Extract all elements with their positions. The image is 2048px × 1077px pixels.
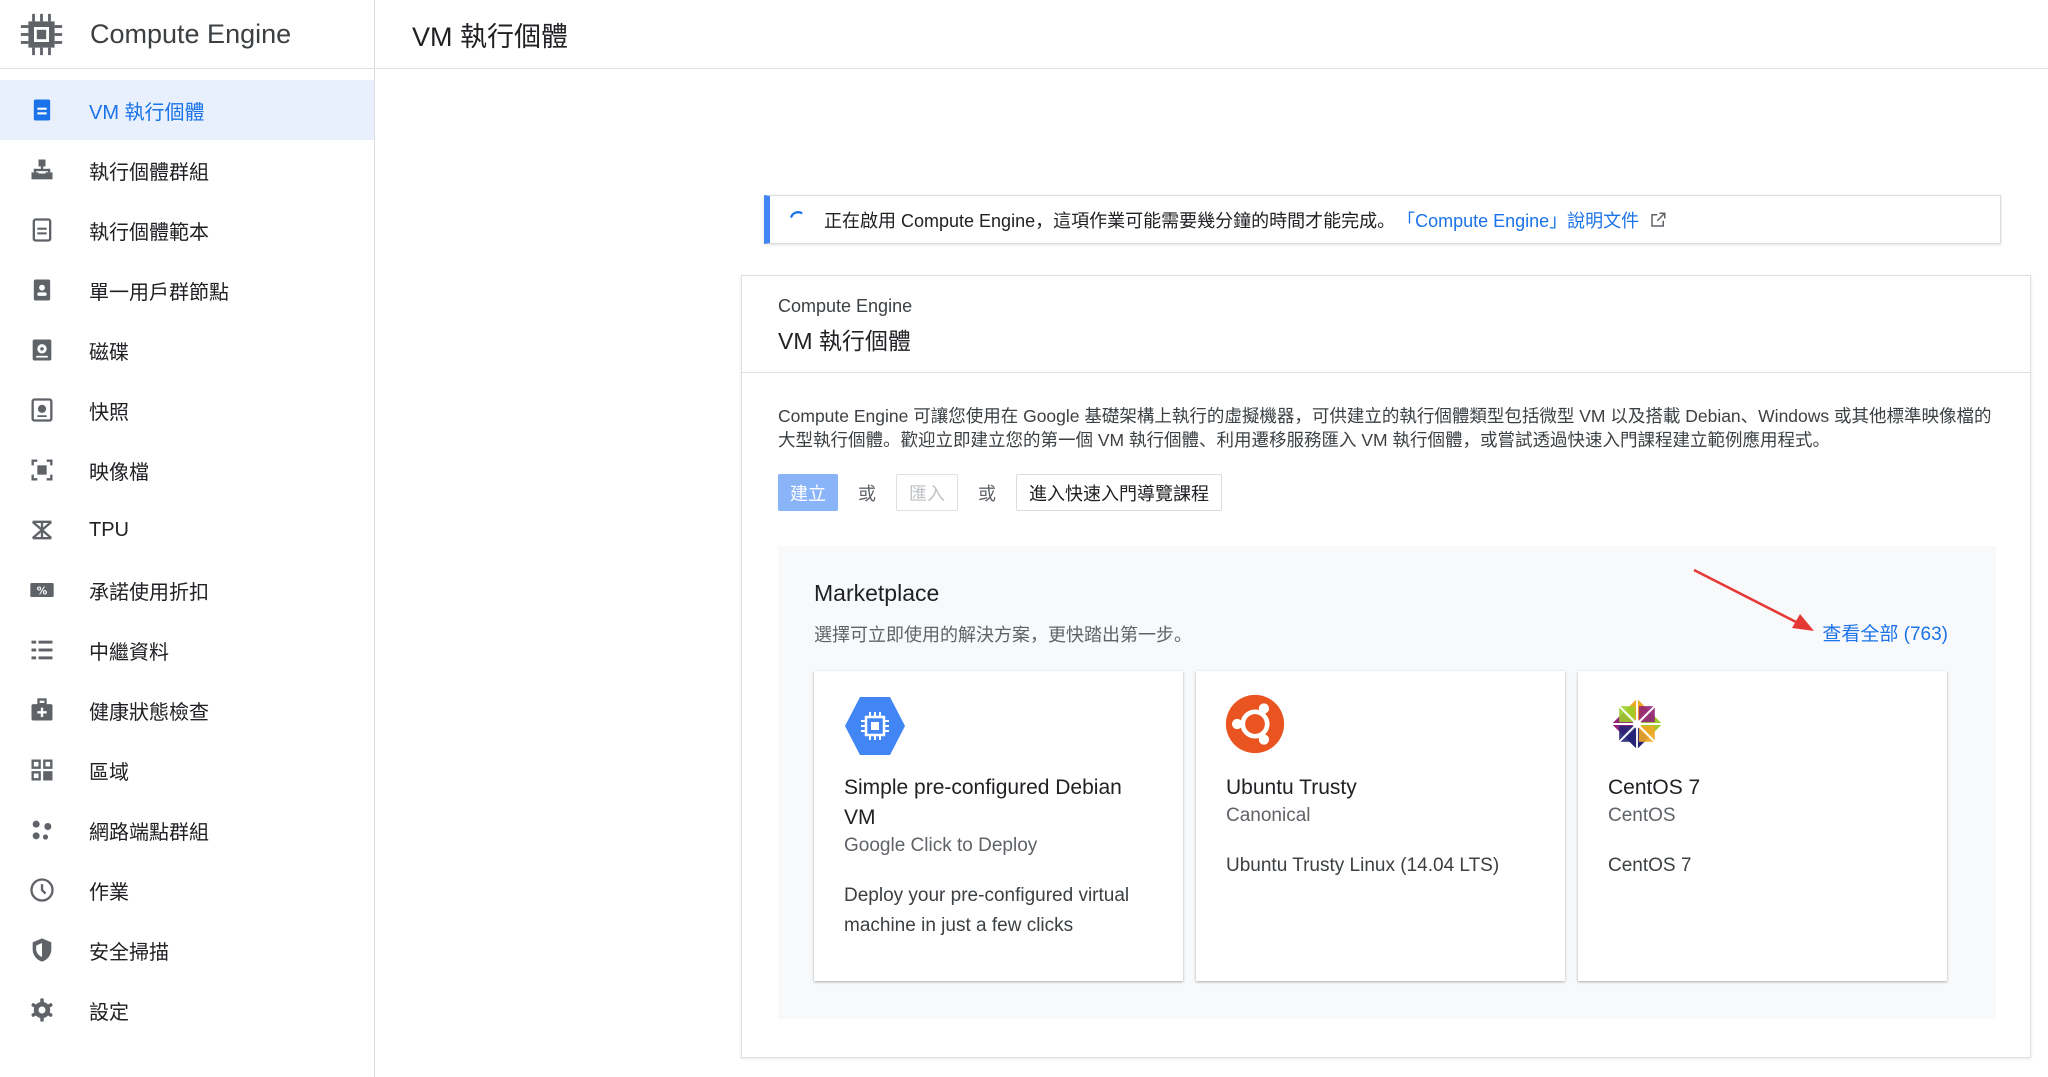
sidebar-item-label: 網路端點群組 <box>89 821 209 844</box>
solution-description: Ubuntu Trusty Linux (14.04 LTS) <box>1226 855 1500 876</box>
solution-vendor: Google Click to Deploy <box>844 835 1038 856</box>
metadata-icon <box>28 636 56 664</box>
card-actions: 建立 或 匯入 或 進入快速入門導覽課程 <box>778 474 1222 511</box>
sidebar-item-operations[interactable]: 作業 <box>0 860 374 920</box>
sidebar: Compute Engine VM 執行個體 執行個體群組 執行個體範本 單一用… <box>0 0 375 1077</box>
solution-description: CentOS 7 <box>1608 855 1692 876</box>
documentation-link[interactable]: 「Compute Engine」說明文件 <box>1397 207 1639 233</box>
external-link-icon <box>1649 211 1667 229</box>
solution-vendor: Canonical <box>1226 805 1311 826</box>
sidebar-item-label: 執行個體範本 <box>89 221 209 244</box>
sidebar-item-label: 作業 <box>89 881 129 904</box>
disks-icon <box>28 336 56 364</box>
sidebar-nav: VM 執行個體 執行個體群組 執行個體範本 單一用戶群節點 磁碟 快照 映像檔 … <box>0 69 374 1040</box>
solution-vendor: CentOS <box>1608 805 1676 826</box>
card-overline: Compute Engine <box>778 296 913 316</box>
loading-spinner-icon <box>788 210 808 230</box>
gcp-compute-logo-icon <box>842 693 908 759</box>
sidebar-item-snapshots[interactable]: 快照 <box>0 380 374 440</box>
network-endpoint-groups-icon <box>28 816 56 844</box>
security-scan-icon <box>28 936 56 964</box>
instance-groups-icon <box>28 156 56 184</box>
annotation-arrow-icon <box>1693 568 1814 631</box>
sidebar-item-metadata[interactable]: 中繼資料 <box>0 620 374 680</box>
vm-instances-card: Compute Engine VM 執行個體 Compute Engine 可讓… <box>741 275 2031 1058</box>
card-title: VM 執行個體 <box>778 328 911 354</box>
sidebar-item-label: 中繼資料 <box>89 641 169 664</box>
sidebar-item-label: TPU <box>89 518 129 541</box>
sidebar-item-health-checks[interactable]: 健康狀態檢查 <box>0 680 374 740</box>
banner-message: 正在啟用 Compute Engine，這項作業可能需要幾分鐘的時間才能完成。 <box>824 210 1396 231</box>
centos-logo-icon <box>1606 693 1672 759</box>
card-description: Compute Engine 可讓您使用在 Google 基礎架構上執行的虛擬機… <box>778 406 1992 450</box>
tpu-icon <box>28 516 56 544</box>
sidebar-item-label: 單一用戶群節點 <box>89 281 229 304</box>
marketplace-section: Marketplace 選擇可立即使用的解決方案，更快踏出第一步。 查看全部 (… <box>778 546 1996 1019</box>
sidebar-item-disks[interactable]: 磁碟 <box>0 320 374 380</box>
marketplace-title: Marketplace <box>814 580 940 606</box>
compute-engine-chip-icon <box>19 12 64 57</box>
sole-tenant-nodes-icon <box>28 276 56 304</box>
solution-name: Simple pre-configured Debian VM <box>844 776 1122 829</box>
sidebar-item-settings[interactable]: 設定 <box>0 980 374 1040</box>
create-button[interactable]: 建立 <box>778 474 838 511</box>
sidebar-item-label: 執行個體群組 <box>89 161 209 184</box>
operations-icon <box>28 876 56 904</box>
page-title: VM 執行個體 <box>412 21 569 52</box>
sidebar-item-label: 區域 <box>89 761 129 784</box>
committed-use-discount-icon: % <box>28 576 56 604</box>
product-name: Compute Engine <box>90 18 292 49</box>
marketplace-subtitle: 選擇可立即使用的解決方案，更快踏出第一步。 <box>814 625 1192 645</box>
sidebar-item-label: 快照 <box>89 401 129 424</box>
sidebar-item-network-endpoint-groups[interactable]: 網路端點群組 <box>0 800 374 860</box>
zones-icon <box>28 756 56 784</box>
sidebar-item-label: VM 執行個體 <box>89 101 205 124</box>
sidebar-item-label: 磁碟 <box>89 341 129 364</box>
or-separator: 或 <box>858 483 876 504</box>
solution-name: Ubuntu Trusty <box>1226 776 1357 799</box>
snapshots-icon <box>28 396 56 424</box>
sidebar-item-committed-use-discounts[interactable]: % 承諾使用折扣 <box>0 560 374 620</box>
quickstart-button[interactable]: 進入快速入門導覽課程 <box>1016 474 1222 511</box>
sidebar-item-images[interactable]: 映像檔 <box>0 440 374 500</box>
or-separator: 或 <box>978 483 996 504</box>
vm-instances-icon <box>28 96 56 124</box>
info-banner: 正在啟用 Compute Engine，這項作業可能需要幾分鐘的時間才能完成。 … <box>764 195 2001 244</box>
solution-name: CentOS 7 <box>1608 776 1701 799</box>
sidebar-item-label: 設定 <box>89 1001 129 1024</box>
solution-description: Deploy your pre-configured virtual machi… <box>844 885 1130 936</box>
instance-templates-icon <box>28 216 56 244</box>
marketplace-card-centos[interactable]: CentOS 7 CentOS CentOS 7 <box>1578 671 1947 981</box>
view-all-link[interactable]: 查看全部 (763) <box>1822 619 1948 646</box>
sidebar-item-sole-tenant-nodes[interactable]: 單一用戶群節點 <box>0 260 374 320</box>
health-checks-icon <box>28 696 56 724</box>
sidebar-item-vm-instances[interactable]: VM 執行個體 <box>0 80 374 140</box>
svg-text:%: % <box>37 586 48 598</box>
sidebar-item-security-scan[interactable]: 安全掃描 <box>0 920 374 980</box>
sidebar-item-label: 承諾使用折扣 <box>89 581 209 604</box>
import-button[interactable]: 匯入 <box>896 474 958 511</box>
sidebar-item-instance-templates[interactable]: 執行個體範本 <box>0 200 374 260</box>
marketplace-card-ubuntu[interactable]: Ubuntu Trusty Canonical Ubuntu Trusty Li… <box>1196 671 1565 981</box>
top-header: VM 執行個體 <box>376 0 2048 69</box>
marketplace-card-debian[interactable]: Simple pre-configured Debian VM Google C… <box>814 671 1183 981</box>
sidebar-item-label: 映像檔 <box>89 461 149 484</box>
sidebar-item-tpu[interactable]: TPU <box>0 500 374 560</box>
sidebar-item-zones[interactable]: 區域 <box>0 740 374 800</box>
settings-icon <box>28 996 56 1024</box>
sidebar-item-label: 安全掃描 <box>89 941 169 964</box>
card-header: Compute Engine VM 執行個體 <box>742 276 2030 373</box>
sidebar-item-instance-groups[interactable]: 執行個體群組 <box>0 140 374 200</box>
sidebar-header: Compute Engine <box>0 0 374 69</box>
ubuntu-logo-icon <box>1224 693 1290 759</box>
sidebar-item-label: 健康狀態檢查 <box>89 701 209 724</box>
images-icon <box>28 456 56 484</box>
